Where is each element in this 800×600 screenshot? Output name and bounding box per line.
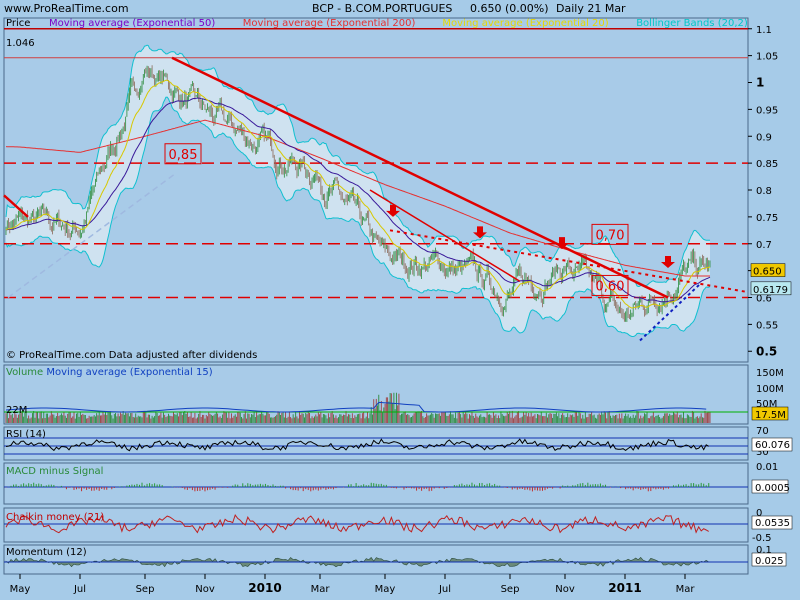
x-tick-label: Nov (195, 584, 215, 595)
y-tick-label: 0.5 (756, 344, 777, 358)
annotation-text: 0,85 (169, 148, 198, 163)
volume-y-label: 150M (756, 368, 784, 379)
chaikin-y-label: -0.5 (752, 533, 772, 544)
legend-entry: Moving average (Exponential 20) (442, 18, 608, 29)
momentum-value: 0.025 (755, 556, 784, 567)
y-tick-label: 0.7 (756, 240, 772, 251)
y-tick-label: 0.8 (756, 186, 772, 197)
x-tick-label: Mar (676, 584, 696, 595)
legend-entry: Moving average (Exponential 50) (49, 18, 215, 29)
rsi-panel[interactable] (3, 426, 749, 461)
x-tick-label: Jul (438, 584, 451, 595)
y-tick-label: 1.05 (756, 52, 778, 63)
rsi-legend: RSI (14) (6, 429, 46, 440)
rsi-value: 60.076 (755, 440, 790, 451)
annotation-text: 0,60 (596, 279, 625, 294)
x-tick-label: Mar (311, 584, 331, 595)
x-tick-label: May (10, 584, 31, 595)
x-tick-label: Jul (73, 584, 86, 595)
macd-panel[interactable] (3, 462, 749, 505)
chart-canvas[interactable]: 0,85 0,70 0,60 Price Moving average (Exponen… (0, 0, 800, 600)
x-tick-label: May (375, 584, 396, 595)
x-tick-label: Sep (501, 584, 520, 595)
x-tick-label: 2011 (608, 581, 641, 595)
annotation-text: 0,70 (596, 228, 625, 243)
legend-entry: Volume (6, 367, 46, 378)
rsi-y-label: 70 (756, 426, 769, 437)
volume-value: 17.5M (755, 410, 786, 421)
y-tick-label: 1 (756, 76, 764, 90)
chaikin-value: 0.0535 (755, 518, 790, 529)
x-tick-label: Sep (136, 584, 155, 595)
chaikin-legend: Chaikin money (21) (6, 512, 104, 523)
y-tick-label: 0.9 (756, 132, 772, 143)
volume-legend: Volume Moving average (Exponential 15) (6, 367, 213, 378)
y-tick-label: 1.1 (756, 25, 772, 36)
legend-entry: Bollinger Bands (20,2) (636, 18, 748, 29)
y-tick-label: 0.55 (756, 320, 778, 331)
legend-entry: Price (6, 18, 30, 29)
macd-value: 0.0005 (755, 483, 790, 494)
x-tick-label: 2010 (248, 581, 281, 595)
legend-entry: Moving average (Exponential 200) (243, 18, 416, 29)
data-credit-label: © ProRealTime.com Data adjusted after di… (6, 350, 257, 361)
macd-y-label: 0.01 (756, 462, 778, 473)
y-tick-label: 0.95 (756, 105, 778, 116)
price-legend: Price Moving average (Exponential 50) Movi… (6, 18, 748, 29)
x-tick-label: Nov (555, 584, 575, 595)
y-tick-label: 0.75 (756, 213, 778, 224)
momentum-legend: Momentum (12) (6, 547, 87, 558)
y-tick-label: 0.85 (756, 159, 778, 170)
last-price-value: 0.650 (753, 267, 782, 278)
chart-window: www.ProRealTime.com BCP - B.COM.PORTUGUE… (0, 0, 800, 600)
volume-y-label: 100M (756, 384, 784, 395)
legend-entry: Moving average (Exponential 15) (46, 367, 212, 378)
high-value-label: 1.046 (6, 38, 35, 49)
volume-left-label: 22M (6, 405, 27, 416)
macd-legend: MACD minus Signal (6, 466, 103, 477)
last-ma-value: 0.6179 (753, 285, 788, 296)
